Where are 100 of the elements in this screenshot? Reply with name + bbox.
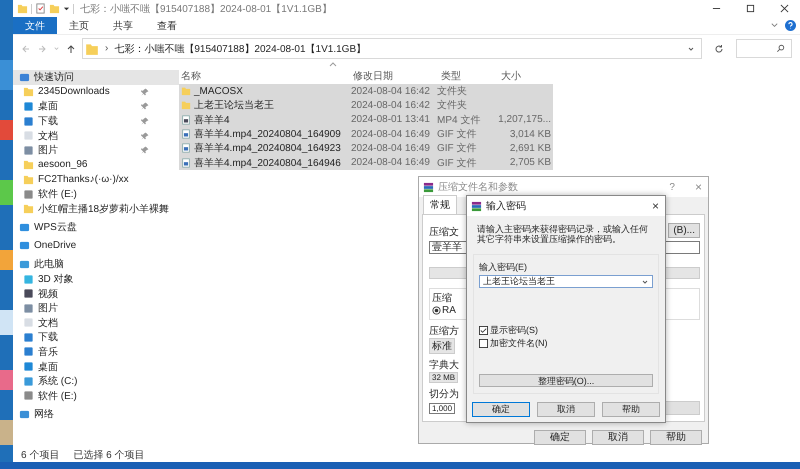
pin-icon[interactable]: [141, 102, 149, 110]
table-cell: 1,207,175...: [498, 114, 551, 126]
dialog-description: 请输入主密码来获得密码记录，或输入任何其它字符串来设置压缩操作的密码。: [476, 223, 649, 246]
sidebar-item[interactable]: 下载: [13, 330, 179, 345]
dropdown-icon[interactable]: [687, 44, 695, 52]
sidebar-item[interactable]: 2345Downloads: [13, 84, 179, 100]
address-bar[interactable]: › 七彩：小嗤不嗤【915407188】2024-08-01【1V1.1GB】: [82, 38, 702, 59]
dialog-button[interactable]: 取消: [592, 430, 644, 445]
ribbon-tab[interactable]: 查看: [145, 17, 189, 34]
sidebar-item[interactable]: 文档: [13, 316, 179, 330]
dialog-button[interactable]: 帮助: [602, 402, 660, 417]
dictionary-dropdown[interactable]: 32 MB: [429, 372, 458, 383]
dialog-title: 压缩文件名和参数: [438, 180, 518, 194]
checkbox-label[interactable]: 显示密码(S): [490, 324, 538, 337]
sort-caret-icon: [329, 62, 337, 67]
sidebar-item[interactable]: 小红帽主播18岁萝莉小羊裸舞: [13, 201, 179, 216]
sidebar-item[interactable]: 图片: [13, 300, 179, 316]
sidebar-item[interactable]: 系统 (C:): [13, 374, 179, 388]
pin-icon[interactable]: [141, 132, 149, 140]
archive-icon: [471, 200, 482, 212]
dialog-button[interactable]: 取消: [537, 402, 595, 417]
checkbox[interactable]: [479, 326, 488, 335]
image-file-icon: [181, 129, 191, 140]
file-row[interactable]: _MACOSX 2024-08-04 16:42 文件夹: [179, 84, 553, 98]
table-cell-text: 2024-08-01 13:41: [350, 114, 431, 126]
column-header[interactable]: 名称: [179, 69, 351, 83]
folder-icon: [23, 86, 34, 98]
sidebar-item[interactable]: 桌面: [13, 359, 179, 374]
close-button[interactable]: ×: [652, 199, 659, 213]
checkbox-label[interactable]: 加密文件名(N): [490, 337, 548, 350]
file-row[interactable]: 喜羊羊4.mp4_20240804_164909 2024-08-04 16:49 GIF 文件 3,014 KB: [179, 126, 553, 142]
column-header[interactable]: 修改日期: [351, 69, 439, 83]
sidebar-item[interactable]: 音乐: [13, 344, 179, 360]
ribbon-tab[interactable]: 共享: [101, 17, 145, 34]
table-cell-text: 2024-08-04 16:42: [350, 86, 431, 97]
set-password-button[interactable]: [664, 401, 700, 415]
maximize-icon[interactable]: [746, 4, 755, 13]
table-cell: 3,014 KB: [510, 128, 551, 140]
help-button[interactable]: ?: [669, 182, 675, 192]
manage-passwords-button[interactable]: 整理密码(O)...: [479, 374, 653, 387]
file-row[interactable]: 喜羊羊4.mp4_20240804_164946 2024-08-04 16:49 GIF 文件 2,705 KB: [179, 155, 553, 170]
help-icon[interactable]: [785, 20, 796, 31]
dialog-button[interactable]: 帮助: [650, 430, 702, 445]
file-name: 喜羊羊4.mp4_20240804_164923: [194, 142, 341, 156]
file-row[interactable]: 喜羊羊4.mp4_20240804_164923 2024-08-04 16:49 GIF 文件 2,691 KB: [179, 141, 553, 156]
dropdown-icon[interactable]: [63, 5, 70, 12]
ribbon-tab[interactable]: 主页: [57, 17, 101, 34]
table-cell-text: GIF 文件: [436, 156, 478, 170]
file-row[interactable]: 上老王论坛当老王 2024-08-04 16:42 文件夹: [179, 98, 553, 113]
sidebar-item[interactable]: OneDrive: [13, 238, 179, 254]
breadcrumb-separator[interactable]: ›: [105, 43, 108, 54]
radio-label: RA: [442, 305, 456, 316]
sidebar-item[interactable]: WPS云盘: [13, 220, 179, 235]
pin-icon[interactable]: [141, 88, 149, 96]
pin-icon[interactable]: [141, 117, 149, 126]
dialog-button[interactable]: 确定: [534, 430, 586, 445]
properties-icon[interactable]: [35, 3, 46, 14]
file-row[interactable]: 喜羊羊4 2024-08-01 13:41 MP4 文件 1,207,175...: [179, 112, 553, 127]
search-field[interactable]: [736, 39, 792, 58]
radio-button[interactable]: [432, 306, 441, 315]
folder-icon: [181, 86, 191, 96]
close-button[interactable]: ×: [694, 180, 702, 194]
sidebar-item[interactable]: 桌面: [13, 99, 179, 114]
method-dropdown[interactable]: 标准: [429, 338, 455, 354]
split-combobox[interactable]: 1,000: [429, 402, 456, 414]
folder-icon: [181, 100, 191, 110]
table-cell-text: 2024-08-04 16:49: [350, 142, 431, 154]
archive-icon: [423, 182, 434, 192]
sidebar-item[interactable]: 3D 对象: [13, 272, 179, 286]
file-name: _MACOSX: [194, 86, 243, 97]
sidebar-item[interactable]: 网络: [13, 407, 179, 422]
column-header[interactable]: 大小: [499, 69, 563, 83]
pin-icon[interactable]: [141, 146, 149, 154]
sidebar-item[interactable]: 软件 (E:): [13, 388, 179, 404]
ribbon-tab[interactable]: 文件: [13, 17, 57, 34]
folder-icon: [23, 159, 34, 170]
sidebar-item[interactable]: 视频: [13, 286, 179, 301]
sidebar-item[interactable]: 此电脑: [13, 257, 179, 272]
checkbox[interactable]: [479, 339, 488, 348]
sidebar-item[interactable]: 快速访问: [13, 70, 179, 85]
sidebar-item[interactable]: 下载: [13, 114, 179, 128]
folder-icon: [17, 3, 28, 14]
dropdown-icon[interactable]: [641, 278, 649, 286]
password-combobox[interactable]: 上老王论坛当老王: [479, 275, 653, 288]
sidebar-item[interactable]: FC2Thanks♪(·ω·)/xx: [13, 172, 179, 187]
sidebar-item[interactable]: 文档: [13, 128, 179, 143]
column-header[interactable]: 类型: [439, 69, 499, 83]
group-label: 压缩: [432, 292, 452, 305]
chevron-icon[interactable]: [770, 21, 779, 30]
sidebar-item[interactable]: aesoon_96: [13, 158, 179, 172]
dialog-tab[interactable]: 常规: [423, 195, 457, 214]
table-cell-text: 文件夹: [436, 84, 468, 98]
breadcrumb[interactable]: 七彩：小嗤不嗤【915407188】2024-08-01【1V1.1GB】: [114, 42, 366, 56]
sidebar-item[interactable]: 软件 (E:): [13, 186, 179, 202]
browse-button[interactable]: (B)...: [668, 222, 700, 238]
sidebar-item[interactable]: 图片: [13, 142, 179, 158]
refresh-icon[interactable]: [714, 44, 724, 54]
close-icon[interactable]: [780, 4, 789, 13]
dialog-button[interactable]: 确定: [472, 402, 530, 417]
up-icon[interactable]: [66, 44, 76, 54]
